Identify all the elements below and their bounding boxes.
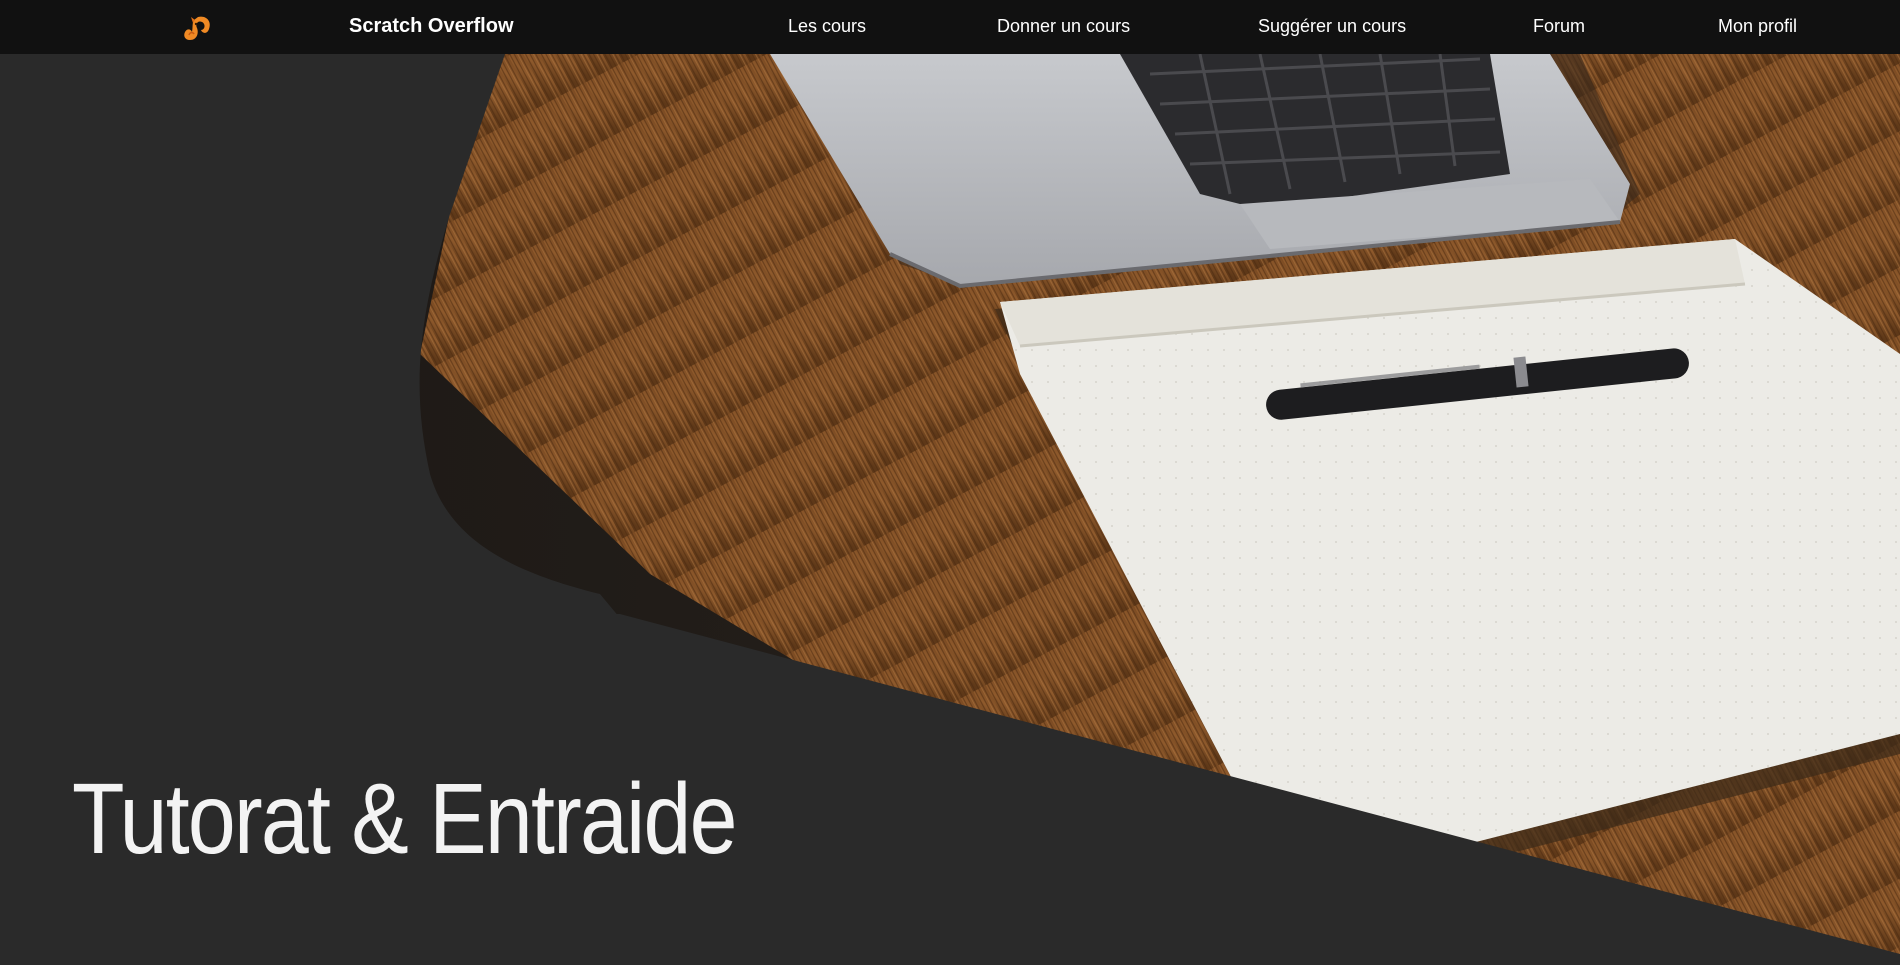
- nav-link-mon-profil[interactable]: Mon profil: [1718, 16, 1797, 37]
- nav-link-les-cours[interactable]: Les cours: [788, 16, 866, 37]
- nav-link-suggerer-un-cours[interactable]: Suggérer un cours: [1258, 16, 1406, 37]
- hero-title: Tutorat & Entraide: [72, 763, 737, 875]
- nav-link-forum[interactable]: Forum: [1533, 16, 1585, 37]
- navbar: Scratch Overflow Les cours Donner un cou…: [0, 0, 1900, 54]
- nav-link-donner-un-cours[interactable]: Donner un cours: [997, 16, 1130, 37]
- squirrel-logo-icon[interactable]: [180, 11, 214, 45]
- hero-section: Tutorat & Entraide: [0, 54, 1900, 965]
- brand-name[interactable]: Scratch Overflow: [349, 15, 514, 38]
